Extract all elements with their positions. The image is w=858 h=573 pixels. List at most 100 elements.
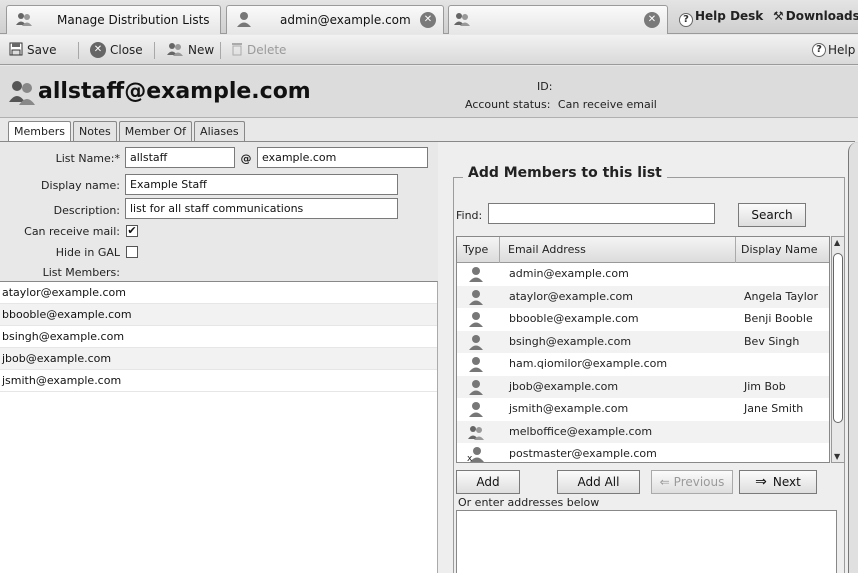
email-cell: jbob@example.com — [509, 379, 619, 393]
wrench-icon: ⚒ — [773, 9, 784, 23]
enter-addresses-textarea[interactable] — [456, 510, 837, 573]
find-label: Find: — [456, 209, 483, 222]
tab-admin-account[interactable]: admin@example.com ✕ — [226, 5, 444, 34]
user-icon — [467, 289, 485, 308]
page-title: allstaff@example.com — [38, 79, 311, 104]
help-icon: ? — [679, 13, 693, 27]
user-icon — [467, 311, 485, 330]
tab-distribution-list[interactable]: ✕ — [448, 5, 668, 34]
alias-icon: x — [467, 446, 485, 462]
delete-button[interactable]: Delete — [231, 41, 286, 59]
toolbar-divider — [220, 42, 221, 59]
downloads-link[interactable]: ⚒ Downloads — [773, 9, 858, 23]
domain-field[interactable]: example.com — [257, 147, 428, 168]
list-members-label: List Members: — [42, 266, 120, 279]
trash-icon — [231, 42, 243, 59]
display-name-cell: Angela Taylor — [744, 289, 818, 303]
previous-button[interactable]: ⇐ Previous — [651, 470, 733, 494]
results-scrollbar[interactable]: ▲ ▼ — [831, 236, 845, 463]
list-name-field[interactable]: allstaff — [125, 147, 235, 168]
user-icon — [467, 356, 485, 375]
table-row[interactable]: ham.qiomilor@example.com — [457, 353, 829, 376]
save-button[interactable]: Save — [9, 41, 56, 59]
search-results-table: Type Email Address Display Name admin@ex… — [456, 236, 830, 463]
table-row[interactable]: admin@example.com — [457, 263, 829, 286]
display-name-field[interactable]: Example Staff — [125, 174, 398, 195]
table-row[interactable]: bsingh@example.com Bev Singh — [457, 330, 829, 353]
status-value: Can receive email — [557, 98, 657, 111]
email-cell: postmaster@example.com — [509, 447, 657, 460]
status-label: Account status: — [465, 98, 551, 111]
tab-label: admin@example.com — [280, 13, 411, 27]
tab-aliases[interactable]: Aliases — [194, 121, 245, 141]
email-cell: melboffice@example.com — [509, 424, 653, 438]
scroll-up-icon[interactable]: ▲ — [834, 238, 840, 247]
tab-members[interactable]: Members — [8, 121, 71, 142]
hide-in-gal-label: Hide in GAL — [55, 246, 120, 259]
list-item[interactable]: ataylor@example.com — [0, 282, 437, 304]
display-name-cell: Jane Smith — [744, 402, 804, 415]
find-input[interactable] — [488, 203, 715, 224]
email-cell: bsingh@example.com — [509, 334, 632, 348]
list-item[interactable]: jsmith@example.com — [0, 370, 437, 392]
table-row[interactable]: melboffice@example.com — [457, 420, 829, 443]
table-body: admin@example.com ataylor@example.com Ange… — [457, 263, 829, 462]
table-row[interactable]: ataylor@example.com Angela Taylor — [457, 285, 829, 308]
toolbar: Save ✕ Close New Delete ? Help — [0, 35, 858, 65]
arrow-left-icon: ⇐ — [659, 475, 670, 489]
column-display-name[interactable]: Display Name — [741, 243, 818, 256]
column-divider — [499, 237, 500, 263]
close-icon[interactable]: ✕ — [420, 12, 436, 28]
at-sign: @ — [240, 152, 252, 165]
enter-addresses-hint: Or enter addresses below — [458, 496, 600, 509]
description-field[interactable]: list for all staff communications — [125, 198, 398, 219]
column-email[interactable]: Email Address — [508, 243, 586, 256]
tab-notes[interactable]: Notes — [72, 121, 117, 141]
description-label: Description: — [53, 204, 120, 217]
help-desk-label: Help Desk — [695, 9, 764, 23]
add-all-button[interactable]: Add All — [557, 470, 640, 494]
panel-edge — [848, 142, 858, 573]
list-item[interactable]: bbooble@example.com — [0, 304, 437, 326]
list-name-label: List Name:* — [55, 152, 120, 165]
next-button[interactable]: ⇒ Next — [739, 470, 817, 494]
user-icon — [467, 401, 485, 420]
display-name-cell: Bev Singh — [744, 334, 800, 348]
scroll-thumb[interactable] — [833, 253, 843, 423]
tab-member-of[interactable]: Member Of — [118, 121, 193, 141]
close-icon: ✕ — [90, 42, 106, 58]
close-icon[interactable]: ✕ — [644, 12, 660, 28]
list-members-box[interactable]: ataylor@example.com bbooble@example.com … — [0, 281, 438, 573]
table-header: Type Email Address Display Name — [457, 237, 829, 263]
toolbar-divider — [78, 42, 79, 59]
help-icon: ? — [812, 43, 826, 57]
help-desk-link[interactable]: ? Help Desk — [679, 9, 763, 27]
tab-manage-distribution-lists[interactable]: Manage Distribution Lists — [6, 5, 221, 34]
group-icon — [15, 11, 33, 30]
new-group-icon — [166, 42, 184, 59]
user-icon — [235, 10, 253, 31]
search-button[interactable]: Search — [738, 203, 806, 227]
hide-in-gal-checkbox[interactable] — [126, 246, 138, 258]
close-button[interactable]: ✕ Close — [90, 41, 143, 59]
new-button[interactable]: New — [166, 41, 214, 59]
add-members-title: Add Members to this list — [463, 165, 667, 181]
table-row[interactable]: x postmaster@example.com — [457, 443, 829, 462]
column-type[interactable]: Type — [463, 243, 488, 256]
user-icon — [467, 379, 485, 398]
next-label: Next — [772, 475, 801, 489]
group-icon — [453, 11, 471, 30]
table-row[interactable]: bbooble@example.com Benji Booble — [457, 308, 829, 331]
table-row[interactable]: jbob@example.com Jim Bob — [457, 375, 829, 398]
help-button[interactable]: ? Help — [812, 41, 855, 59]
close-label: Close — [110, 43, 143, 57]
add-button[interactable]: Add — [456, 470, 520, 494]
display-name-label: Display name: — [41, 179, 120, 192]
list-item[interactable]: bsingh@example.com — [0, 326, 437, 348]
can-receive-mail-checkbox[interactable]: ✔ — [126, 225, 138, 237]
list-item[interactable]: jbob@example.com — [0, 348, 437, 370]
table-row[interactable]: jsmith@example.com Jane Smith — [457, 398, 829, 421]
scroll-down-icon[interactable]: ▼ — [834, 452, 840, 461]
email-cell: admin@example.com — [509, 267, 629, 280]
delete-label: Delete — [247, 43, 287, 57]
